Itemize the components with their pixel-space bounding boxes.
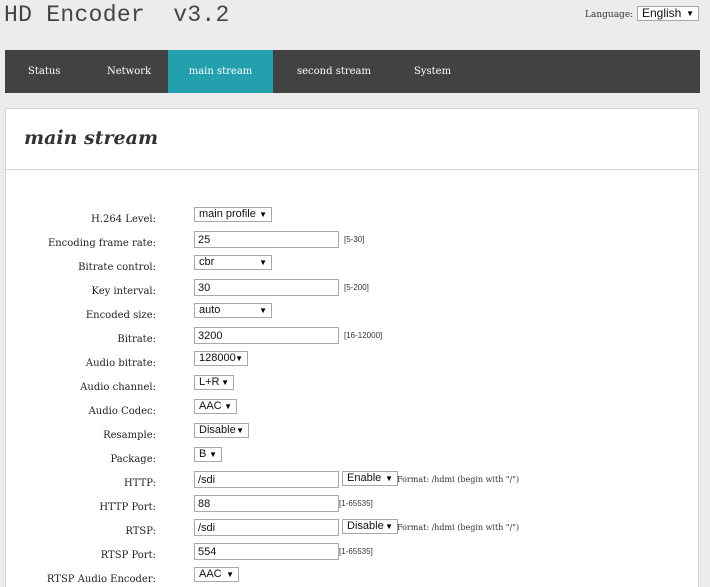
rtsp-port-hint: [1-65535] — [339, 547, 373, 556]
audio-bitrate-label: Audio bitrate: — [85, 358, 156, 369]
bitrate-control-label: Bitrate control: — [78, 262, 156, 273]
rtsp-label: RTSP: — [125, 526, 156, 537]
http-enable-select[interactable]: Enable ▼ — [342, 471, 398, 486]
bitrate-hint: [16-12000] — [344, 331, 383, 340]
h264-level-label: H.264 Level: — [91, 214, 156, 225]
http-path-input[interactable] — [194, 471, 339, 488]
audio-codec-value: AAC — [199, 400, 222, 412]
audio-bitrate-select[interactable]: 128000 ▼ — [194, 351, 248, 366]
rtsp-enable-select[interactable]: Disable ▼ — [342, 519, 398, 534]
nav-tab-network[interactable]: Network — [107, 50, 151, 93]
http-format-hint: Format: /hdmi (begin with "/") — [397, 475, 520, 484]
nav-tab-main-stream[interactable]: main stream — [168, 50, 273, 93]
nav-tab-system[interactable]: System — [414, 50, 451, 93]
audio-channel-label: Audio channel: — [80, 382, 156, 393]
package-select[interactable]: B ▼ — [194, 447, 222, 462]
audio-codec-label: Audio Codec: — [88, 406, 156, 417]
resample-select[interactable]: Disable ▼ — [194, 423, 249, 438]
rtsp-port-input[interactable] — [194, 543, 339, 560]
language-select[interactable]: English ▼ — [637, 6, 699, 21]
h264-level-select[interactable]: main profile ▼ — [194, 207, 272, 222]
chevron-down-icon: ▼ — [385, 474, 393, 483]
key-interval-input[interactable] — [194, 279, 339, 296]
divider — [6, 169, 698, 170]
chevron-down-icon: ▼ — [385, 522, 393, 531]
audio-channel-select[interactable]: L+R ▼ — [194, 375, 234, 390]
http-port-hint: [1-65535] — [339, 499, 373, 508]
audio-channel-value: L+R — [199, 376, 220, 388]
encoded-size-select[interactable]: auto ▼ — [194, 303, 272, 318]
nav-tab-status[interactable]: Status — [28, 50, 60, 93]
frame-rate-input[interactable] — [194, 231, 339, 248]
page-title: main stream — [24, 127, 159, 149]
package-value: B — [199, 448, 207, 460]
http-label: HTTP: — [124, 478, 156, 489]
chevron-down-icon: ▼ — [686, 9, 694, 18]
audio-bitrate-value: 128000 — [199, 352, 236, 364]
main-nav: Status Network main stream second stream… — [5, 50, 700, 93]
chevron-down-icon: ▼ — [259, 306, 267, 315]
resample-label: Resample: — [103, 430, 156, 441]
chevron-down-icon: ▼ — [226, 570, 234, 579]
rtsp-enable-value: Disable — [347, 520, 384, 532]
nav-tab-second-stream[interactable]: second stream — [297, 50, 371, 93]
bitrate-input[interactable] — [194, 327, 339, 344]
rtsp-port-label: RTSP Port: — [100, 550, 156, 561]
key-interval-hint: [5-200] — [344, 283, 369, 292]
frame-rate-hint: [5-30] — [344, 235, 365, 244]
http-port-label: HTTP Port: — [99, 502, 156, 513]
rtsp-audio-encoder-label: RTSP Audio Encoder: — [46, 574, 156, 585]
chevron-down-icon: ▼ — [221, 378, 229, 387]
rtsp-audio-encoder-value: AAC — [199, 568, 222, 580]
encoded-size-label: Encoded size: — [85, 310, 156, 321]
app-title: HD Encoder v3.2 — [4, 2, 230, 28]
chevron-down-icon: ▼ — [209, 450, 217, 459]
http-enable-value: Enable — [347, 472, 382, 484]
chevron-down-icon: ▼ — [224, 402, 232, 411]
content-panel: main stream H.264 Level: main profile ▼ … — [5, 108, 699, 587]
chevron-down-icon: ▼ — [235, 354, 243, 363]
rtsp-format-hint: Format: /hdmi (begin with "/") — [397, 523, 520, 532]
resample-value: Disable — [199, 424, 236, 436]
rtsp-audio-encoder-select[interactable]: AAC ▼ — [194, 567, 239, 582]
bitrate-control-select[interactable]: cbr ▼ — [194, 255, 272, 270]
language-select-value: English — [642, 6, 682, 20]
bitrate-control-value: cbr — [199, 256, 215, 268]
encoded-size-value: auto — [199, 304, 221, 316]
http-port-input[interactable] — [194, 495, 339, 512]
chevron-down-icon: ▼ — [259, 210, 267, 219]
audio-codec-select[interactable]: AAC ▼ — [194, 399, 237, 414]
chevron-down-icon: ▼ — [259, 258, 267, 267]
rtsp-path-input[interactable] — [194, 519, 339, 536]
chevron-down-icon: ▼ — [236, 426, 244, 435]
package-label: Package: — [110, 454, 156, 465]
h264-level-value: main profile — [199, 208, 256, 220]
bitrate-label: Bitrate: — [117, 334, 156, 345]
frame-rate-label: Encoding frame rate: — [47, 238, 156, 249]
key-interval-label: Key interval: — [91, 286, 156, 297]
language-label: Language: — [585, 10, 634, 20]
